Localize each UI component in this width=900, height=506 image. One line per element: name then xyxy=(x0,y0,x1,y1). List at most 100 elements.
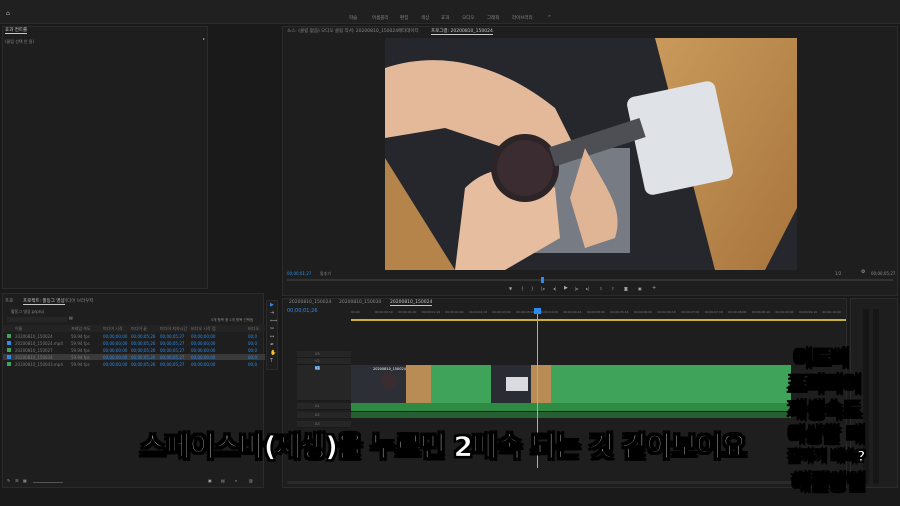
hand-tool-icon[interactable]: ✋ xyxy=(270,351,276,356)
slip-tool-icon[interactable]: ↔ xyxy=(270,335,274,340)
ruler-tick-label: 00;00;05;00 xyxy=(586,310,606,314)
table-row[interactable]: 20200810_150027 59.94 fps 00;00;00;00 00;00… xyxy=(3,347,265,353)
bin-icon[interactable]: ▤ xyxy=(69,316,73,320)
add-marker-icon[interactable]: ▼ xyxy=(509,287,512,291)
project-search-input[interactable] xyxy=(7,317,67,322)
program-scrubber[interactable] xyxy=(287,279,893,281)
track-select-tool-icon[interactable]: ⇥ xyxy=(270,311,274,316)
tab-metadata[interactable]: 메타데이터 xyxy=(398,28,419,34)
menu-item-libraries[interactable]: 라이브러리 xyxy=(512,15,533,21)
settings-icon[interactable]: ⚙ xyxy=(861,270,865,275)
track-header[interactable]: V3 xyxy=(297,351,351,358)
tab-project-label[interactable]: 프로 xyxy=(5,298,13,304)
table-row[interactable]: 20200810_150024 59.94 fps 00;00;00;00 00;00… xyxy=(3,333,265,339)
table-row[interactable]: 20200810_150034 59.94 fps 00;00;00;00 00;00… xyxy=(3,354,265,360)
menu-overflow-button[interactable]: » xyxy=(548,14,551,19)
column-header-media-start[interactable]: 미디어 시작 xyxy=(103,326,123,332)
search-icon[interactable]: ⌕ xyxy=(235,479,237,483)
tab-audio-clip-mixer[interactable]: 오디오 클립 믹서: 20200810_150024 xyxy=(321,28,398,34)
menu-item-audio[interactable]: 오디오 xyxy=(462,15,474,21)
track-header[interactable]: A1 xyxy=(297,403,351,410)
track-label[interactable]: A1 xyxy=(315,404,320,408)
project-table-body: 20200810_150024 59.94 fps 00;00;00;00 00;00… xyxy=(3,333,265,373)
home-icon[interactable]: ⌂ xyxy=(6,11,10,17)
menu-item-graphics[interactable]: 그래픽 xyxy=(487,15,499,21)
table-cell: 20200810_150043.mp4 xyxy=(15,362,63,367)
a1-audio-clip[interactable] xyxy=(351,403,791,411)
type-tool-icon[interactable]: T xyxy=(270,359,273,364)
razor-tool-icon[interactable]: ✂ xyxy=(270,327,274,332)
export-frame-icon[interactable]: ◙ xyxy=(624,287,628,291)
tab-source[interactable]: 소스: (클립 없음) xyxy=(287,28,320,34)
tab-sequence-3[interactable]: 20200810_150024 xyxy=(390,300,433,306)
table-row[interactable]: 20200810_150024.mp4 59.94 fps 00;00;00;00 0… xyxy=(3,340,265,346)
table-cell: 00;00;00;00 xyxy=(103,334,128,339)
play-icon[interactable]: ▶ xyxy=(564,286,568,291)
ruler-tick-label: 00;00;00;16 xyxy=(374,310,393,314)
extract-icon[interactable]: ⇪ xyxy=(611,287,614,291)
new-bin-icon[interactable]: ▣ xyxy=(208,479,212,483)
tab-program[interactable]: 프로그램: 20200810_150024 xyxy=(431,28,493,35)
mark-out-icon[interactable]: } xyxy=(531,287,534,291)
tab-sequence-1[interactable]: 20200810_150024 xyxy=(289,300,331,305)
title-line-1: 어도비 xyxy=(793,346,850,371)
program-scrubber-handle[interactable] xyxy=(541,277,544,283)
icon-view-icon[interactable]: ▦ xyxy=(23,479,27,483)
table-row[interactable]: 20200810_150043.mp4 59.94 fps 00;00;00;00 0… xyxy=(3,361,265,367)
add-button-icon[interactable]: + xyxy=(652,286,656,291)
menu-item-assembly[interactable]: 어셈블리 xyxy=(372,15,389,21)
selection-tool-icon[interactable]: ▶ xyxy=(270,303,274,308)
tab-media-browser[interactable]: 미디어 브라우저 xyxy=(63,298,93,304)
step-forward-icon[interactable]: |▸ xyxy=(575,287,578,291)
tab-project[interactable]: 프로젝트: 활동그 영상 xyxy=(23,298,65,305)
timeline-playhead-handle[interactable] xyxy=(534,308,541,314)
column-header-media-end[interactable]: 미디어 끝 xyxy=(131,326,147,332)
go-to-in-icon[interactable]: |◂ xyxy=(541,287,544,291)
table-cell: 00;00;05;27 xyxy=(160,355,185,360)
tab-sequence-2[interactable]: 20200810_150030 xyxy=(339,300,381,305)
trash-icon[interactable]: ▥ xyxy=(249,479,253,483)
track-label[interactable]: V2 xyxy=(315,359,320,363)
list-view-icon[interactable]: ☰ xyxy=(15,479,19,483)
track-header[interactable]: A2 xyxy=(297,412,351,419)
clip-color-icon xyxy=(7,362,11,366)
playback-resolution-select[interactable]: 1/2 xyxy=(835,271,841,276)
column-header-video[interactable]: 비디오 xyxy=(248,326,259,332)
clip-color-icon xyxy=(7,348,11,352)
work-area-bar[interactable] xyxy=(351,319,846,321)
column-header-frame-rate[interactable]: 프레임 속도 xyxy=(71,326,91,332)
zoom-fit-select[interactable]: 맞추기 xyxy=(320,271,331,277)
ruler-tick-label: 00;00;07;16 xyxy=(704,310,723,314)
mark-in-icon[interactable]: { xyxy=(521,287,524,291)
go-to-out-icon[interactable]: ▸| xyxy=(586,287,589,291)
column-header-video-in[interactable]: 비디오 시작 점 xyxy=(191,326,216,332)
pencil-icon[interactable]: ✎ xyxy=(7,479,10,483)
panel-menu-icon[interactable]: ▸ xyxy=(203,37,205,41)
tab-effect-controls[interactable]: 효과 컨트롤 xyxy=(5,27,28,34)
new-item-icon[interactable]: ▤ xyxy=(221,479,225,483)
ripple-edit-tool-icon[interactable]: ⟺ xyxy=(270,319,277,324)
ruler-tick-label: 00;00;05;16 xyxy=(610,310,629,314)
zoom-slider[interactable] xyxy=(33,482,63,483)
track-label[interactable]: V3 xyxy=(315,352,320,356)
menu-item-color[interactable]: 색상 xyxy=(421,15,429,21)
timeline-timecode[interactable]: 00;00;01;26 xyxy=(287,308,318,314)
menu-item-edit[interactable]: 편집 xyxy=(400,15,408,21)
timeline-horizontal-scrollbar[interactable] xyxy=(287,481,842,484)
track-label[interactable]: V1 xyxy=(315,366,320,370)
comparison-view-icon[interactable]: ▣ xyxy=(638,287,642,291)
menu-item-learn[interactable]: 학습 xyxy=(349,15,357,21)
program-timecode-current[interactable]: 00;00;01;27 xyxy=(287,271,311,276)
pen-tool-icon[interactable]: ✒ xyxy=(270,343,274,348)
track-header[interactable]: V2 xyxy=(297,358,351,365)
column-header-name[interactable]: 이름 xyxy=(15,326,22,332)
track-header[interactable]: V1 xyxy=(297,365,351,401)
menu-item-effects[interactable]: 효과 xyxy=(441,15,449,21)
lift-icon[interactable]: ⇧ xyxy=(599,287,602,291)
a2-audio-clip[interactable] xyxy=(351,412,791,418)
ruler-tick-label: 00;00;06;16 xyxy=(657,310,676,314)
ruler-tick-label: 00;00;02;00 xyxy=(445,310,464,314)
step-back-icon[interactable]: ◂| xyxy=(553,287,556,291)
column-header-media-duration[interactable]: 미디어 지속시간 xyxy=(160,326,187,332)
track-label[interactable]: A2 xyxy=(315,413,320,417)
